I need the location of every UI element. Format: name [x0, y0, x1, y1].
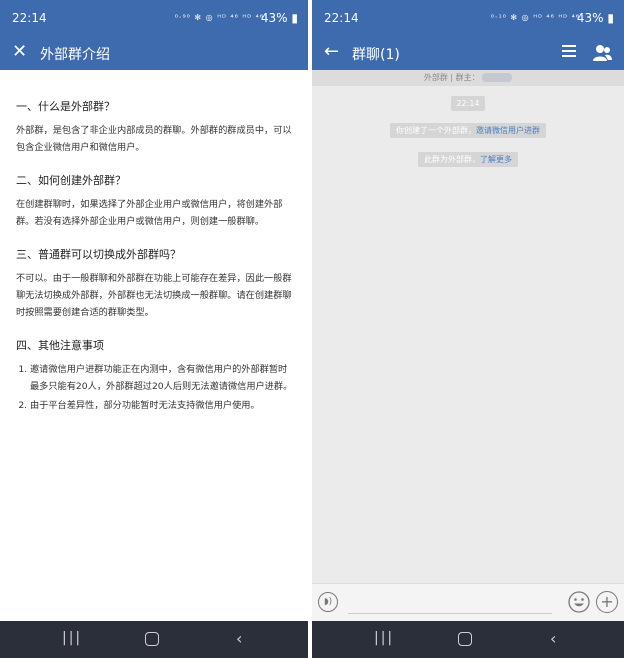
- owner-name-redacted: [482, 73, 513, 82]
- page-title: 外部群介绍: [40, 47, 110, 63]
- message-timestamp: 22:14: [451, 96, 485, 111]
- left-screen: 22:14 ⁰·⁹⁰ ✻ ◎ ᴴᴰ ⁴⁶ ᴴᴰ ⁴⁶ 43% ▮ ✕ 外部群介绍…: [0, 0, 308, 658]
- notes-list: 邀请微信用户进群功能正在内测中，含有微信用户的外部群暂时最多只能有20人，外部群…: [16, 361, 296, 414]
- back-arrow-icon[interactable]: ←: [324, 42, 339, 62]
- list-item: 由于平台差异性，部分功能暂时无法支持微信用户使用。: [30, 397, 296, 414]
- section-body: 不可以。由于一般群聊和外部群在功能上可能存在差异，因此一般群聊无法切换成外部群，…: [16, 273, 292, 318]
- status-bar: 22:14 ⁰·¹⁰ ✻ ◎ ᴴᴰ ⁴⁶ ᴴᴰ ⁴⁶ 43% ▮: [312, 0, 624, 36]
- list-item: 邀请微信用户进群功能正在内测中，含有微信用户的外部群暂时最多只能有20人，外部群…: [30, 361, 296, 395]
- section-body: 在创建群聊时，如果选择了外部企业用户或微信用户，将创建外部群。若没有选择外部企业…: [16, 199, 283, 227]
- section-body: 外部群，是包含了非企业内部成员的群聊。外部群的群成员中，可以包含企业微信用户和微…: [16, 125, 292, 153]
- back-button[interactable]: ‹: [236, 629, 242, 648]
- right-screen: 22:14 ⁰·¹⁰ ✻ ◎ ᴴᴰ ⁴⁶ ᴴᴰ ⁴⁶ 43% ▮ ← 群聊(1)…: [312, 0, 624, 658]
- status-time: 22:14: [324, 11, 359, 25]
- group-info-bar[interactable]: 外部群 | 群主：: [312, 70, 624, 86]
- home-button[interactable]: [145, 632, 159, 646]
- status-time: 22:14: [12, 11, 47, 25]
- section-heading: 一、什么是外部群？: [16, 100, 115, 113]
- message-input[interactable]: [348, 613, 552, 614]
- recent-apps-button[interactable]: |||: [62, 630, 82, 646]
- learn-more-link[interactable]: 了解更多: [480, 155, 512, 164]
- title-bar: ← 群聊(1): [312, 36, 624, 70]
- emoji-icon[interactable]: [568, 591, 590, 613]
- system-message-text: 此群为外部群，: [424, 155, 480, 164]
- message-composer: ◗) +: [312, 583, 624, 622]
- article-content: 一、什么是外部群？ 外部群，是包含了非企业内部成员的群聊。外部群的群成员中，可以…: [0, 70, 308, 414]
- group-members-icon[interactable]: [592, 44, 612, 62]
- chat-area[interactable]: 外部群 | 群主： 22:14 你创建了一个外部群，邀请微信用户进群 此群为外部…: [312, 70, 624, 583]
- group-info-text: 外部群 | 群主：: [423, 73, 480, 82]
- title-bar: ✕ 外部群介绍: [0, 36, 308, 70]
- section-heading: 二、如何创建外部群？: [16, 174, 126, 187]
- status-icons: ⁰·⁹⁰ ✻ ◎ ᴴᴰ ⁴⁶ ᴴᴰ ⁴⁶: [174, 13, 264, 22]
- plus-icon[interactable]: +: [596, 591, 618, 613]
- section-heading: 三、普通群可以切换成外部群吗？: [16, 248, 181, 261]
- system-nav-bar: ||| ‹: [0, 621, 308, 658]
- recent-apps-button[interactable]: |||: [374, 630, 394, 646]
- section-heading: 四、其他注意事项: [16, 339, 104, 352]
- home-button[interactable]: [458, 632, 472, 646]
- invite-wechat-link[interactable]: 邀请微信用户进群: [476, 126, 540, 135]
- status-bar: 22:14 ⁰·⁹⁰ ✻ ◎ ᴴᴰ ⁴⁶ ᴴᴰ ⁴⁶ 43% ▮: [0, 0, 308, 36]
- battery-indicator: 43% ▮: [260, 11, 298, 25]
- close-icon[interactable]: ✕: [12, 42, 27, 62]
- system-message: 此群为外部群，了解更多: [418, 152, 518, 167]
- voice-icon[interactable]: ◗): [318, 592, 338, 612]
- battery-indicator: 43% ▮: [576, 11, 614, 25]
- menu-icon[interactable]: [562, 45, 576, 57]
- system-message: 你创建了一个外部群，邀请微信用户进群: [390, 123, 546, 138]
- system-message-text: 你创建了一个外部群，: [396, 126, 476, 135]
- system-nav-bar: ||| ‹: [312, 621, 624, 658]
- back-button[interactable]: ‹: [550, 629, 556, 648]
- chat-title: 群聊(1): [352, 47, 400, 63]
- status-icons: ⁰·¹⁰ ✻ ◎ ᴴᴰ ⁴⁶ ᴴᴰ ⁴⁶: [490, 13, 580, 22]
